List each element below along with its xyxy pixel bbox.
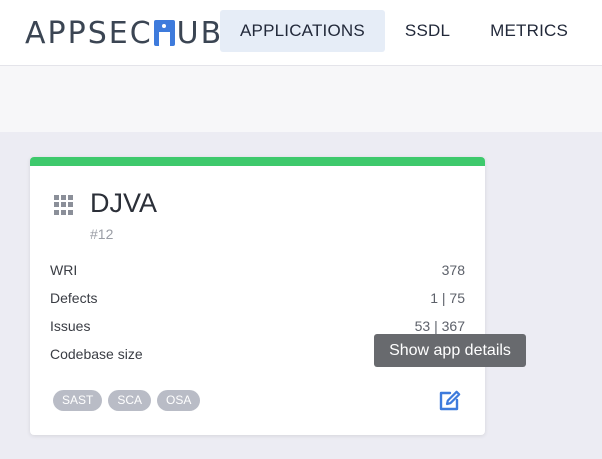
stat-row-wri: WRI 378 [50, 262, 465, 282]
tag-sca: SCA [108, 390, 152, 411]
app-name[interactable]: DJVA [90, 188, 157, 219]
logo-text-left: APPSEC [25, 15, 153, 51]
appsechub-logo[interactable]: APPSEC UB [25, 14, 223, 52]
stat-value: 378 [441, 262, 465, 278]
logo-text-right: UB [176, 15, 224, 51]
tag-osa: OSA [157, 390, 201, 411]
nav-applications[interactable]: APPLICATIONS [220, 10, 385, 52]
stat-row-defects: Defects 1 | 75 [50, 290, 465, 310]
grid-icon [54, 195, 74, 215]
tag-list: SAST SCA OSA [53, 390, 206, 411]
edit-icon[interactable] [437, 387, 463, 413]
top-header: APPSEC UB APPLICATIONS SSDL METRICS [0, 0, 602, 66]
stat-value: 1 | 75 [430, 290, 465, 306]
app-id: #12 [90, 226, 114, 242]
application-card[interactable]: DJVA #12 WRI 378 Defects 1 | 75 Issues 5… [30, 157, 485, 435]
stat-label: Issues [50, 318, 91, 334]
nav-metrics[interactable]: METRICS [470, 10, 588, 52]
sub-toolbar [0, 66, 602, 132]
stat-label: Defects [50, 290, 98, 306]
tag-sast: SAST [53, 390, 103, 411]
stat-label: WRI [50, 262, 78, 278]
logo-h-icon [153, 20, 175, 46]
nav-ssdl[interactable]: SSDL [385, 10, 470, 52]
tooltip-show-app-details: Show app details [374, 334, 526, 367]
main-nav: APPLICATIONS SSDL METRICS [220, 10, 588, 52]
stat-label: Codebase size [50, 346, 143, 362]
status-bar [30, 157, 485, 166]
